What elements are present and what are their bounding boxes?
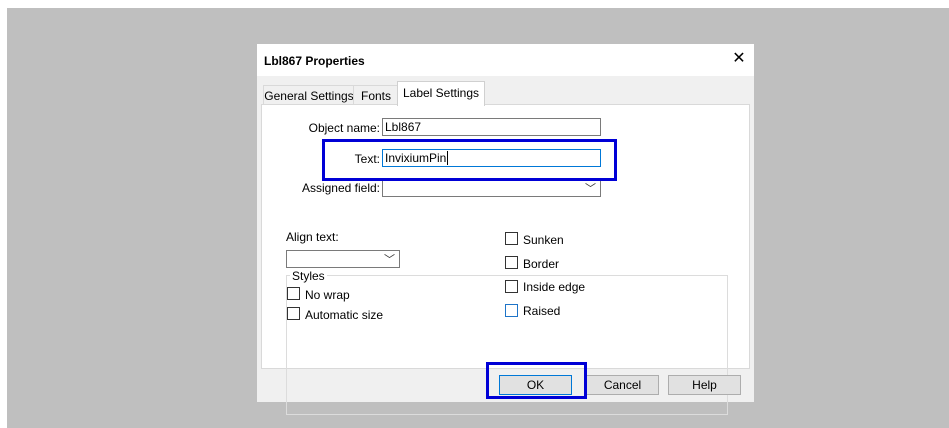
border-checkbox[interactable] bbox=[505, 256, 518, 269]
object-name-value: Lbl867 bbox=[385, 120, 422, 134]
tab-label-settings[interactable]: Label Settings bbox=[397, 81, 485, 106]
properties-dialog: Lbl867 Properties ✕ General Settings Fon… bbox=[257, 44, 754, 415]
chevron-down-icon: ﹀ bbox=[585, 183, 596, 195]
cancel-button[interactable]: Cancel bbox=[586, 375, 659, 395]
dialog-title: Lbl867 Properties bbox=[264, 54, 365, 68]
ok-button-highlight bbox=[486, 362, 587, 399]
no-wrap-checkbox[interactable] bbox=[287, 287, 300, 300]
assigned-field-label: Assigned field: bbox=[301, 181, 380, 195]
raised-label: Raised bbox=[523, 304, 561, 318]
text-field-highlight bbox=[322, 139, 617, 181]
border-label: Border bbox=[523, 257, 560, 271]
object-name-input[interactable]: Lbl867 bbox=[382, 118, 601, 136]
raised-checkbox[interactable] bbox=[505, 304, 518, 317]
align-text-dropdown[interactable]: ﹀ bbox=[286, 250, 400, 268]
help-button[interactable]: Help bbox=[668, 375, 741, 395]
automatic-size-label: Automatic size bbox=[305, 308, 384, 322]
sunken-checkbox[interactable] bbox=[505, 232, 518, 245]
inside-edge-label: Inside edge bbox=[523, 280, 586, 294]
object-name-label: Object name: bbox=[308, 121, 380, 135]
title-bar: Lbl867 Properties ✕ bbox=[257, 44, 754, 76]
sunken-label: Sunken bbox=[523, 233, 564, 247]
align-text-label: Align text: bbox=[286, 230, 339, 244]
tab-fonts[interactable]: Fonts bbox=[353, 85, 399, 106]
inside-edge-checkbox[interactable] bbox=[505, 280, 518, 293]
styles-group-title: Styles bbox=[290, 269, 327, 283]
no-wrap-label: No wrap bbox=[305, 288, 350, 302]
tab-general-settings[interactable]: General Settings bbox=[263, 85, 355, 106]
chevron-down-icon: ﹀ bbox=[384, 254, 395, 266]
close-icon[interactable]: ✕ bbox=[729, 49, 749, 69]
automatic-size-checkbox[interactable] bbox=[287, 307, 300, 320]
assigned-field-dropdown[interactable]: ﹀ bbox=[382, 179, 601, 197]
